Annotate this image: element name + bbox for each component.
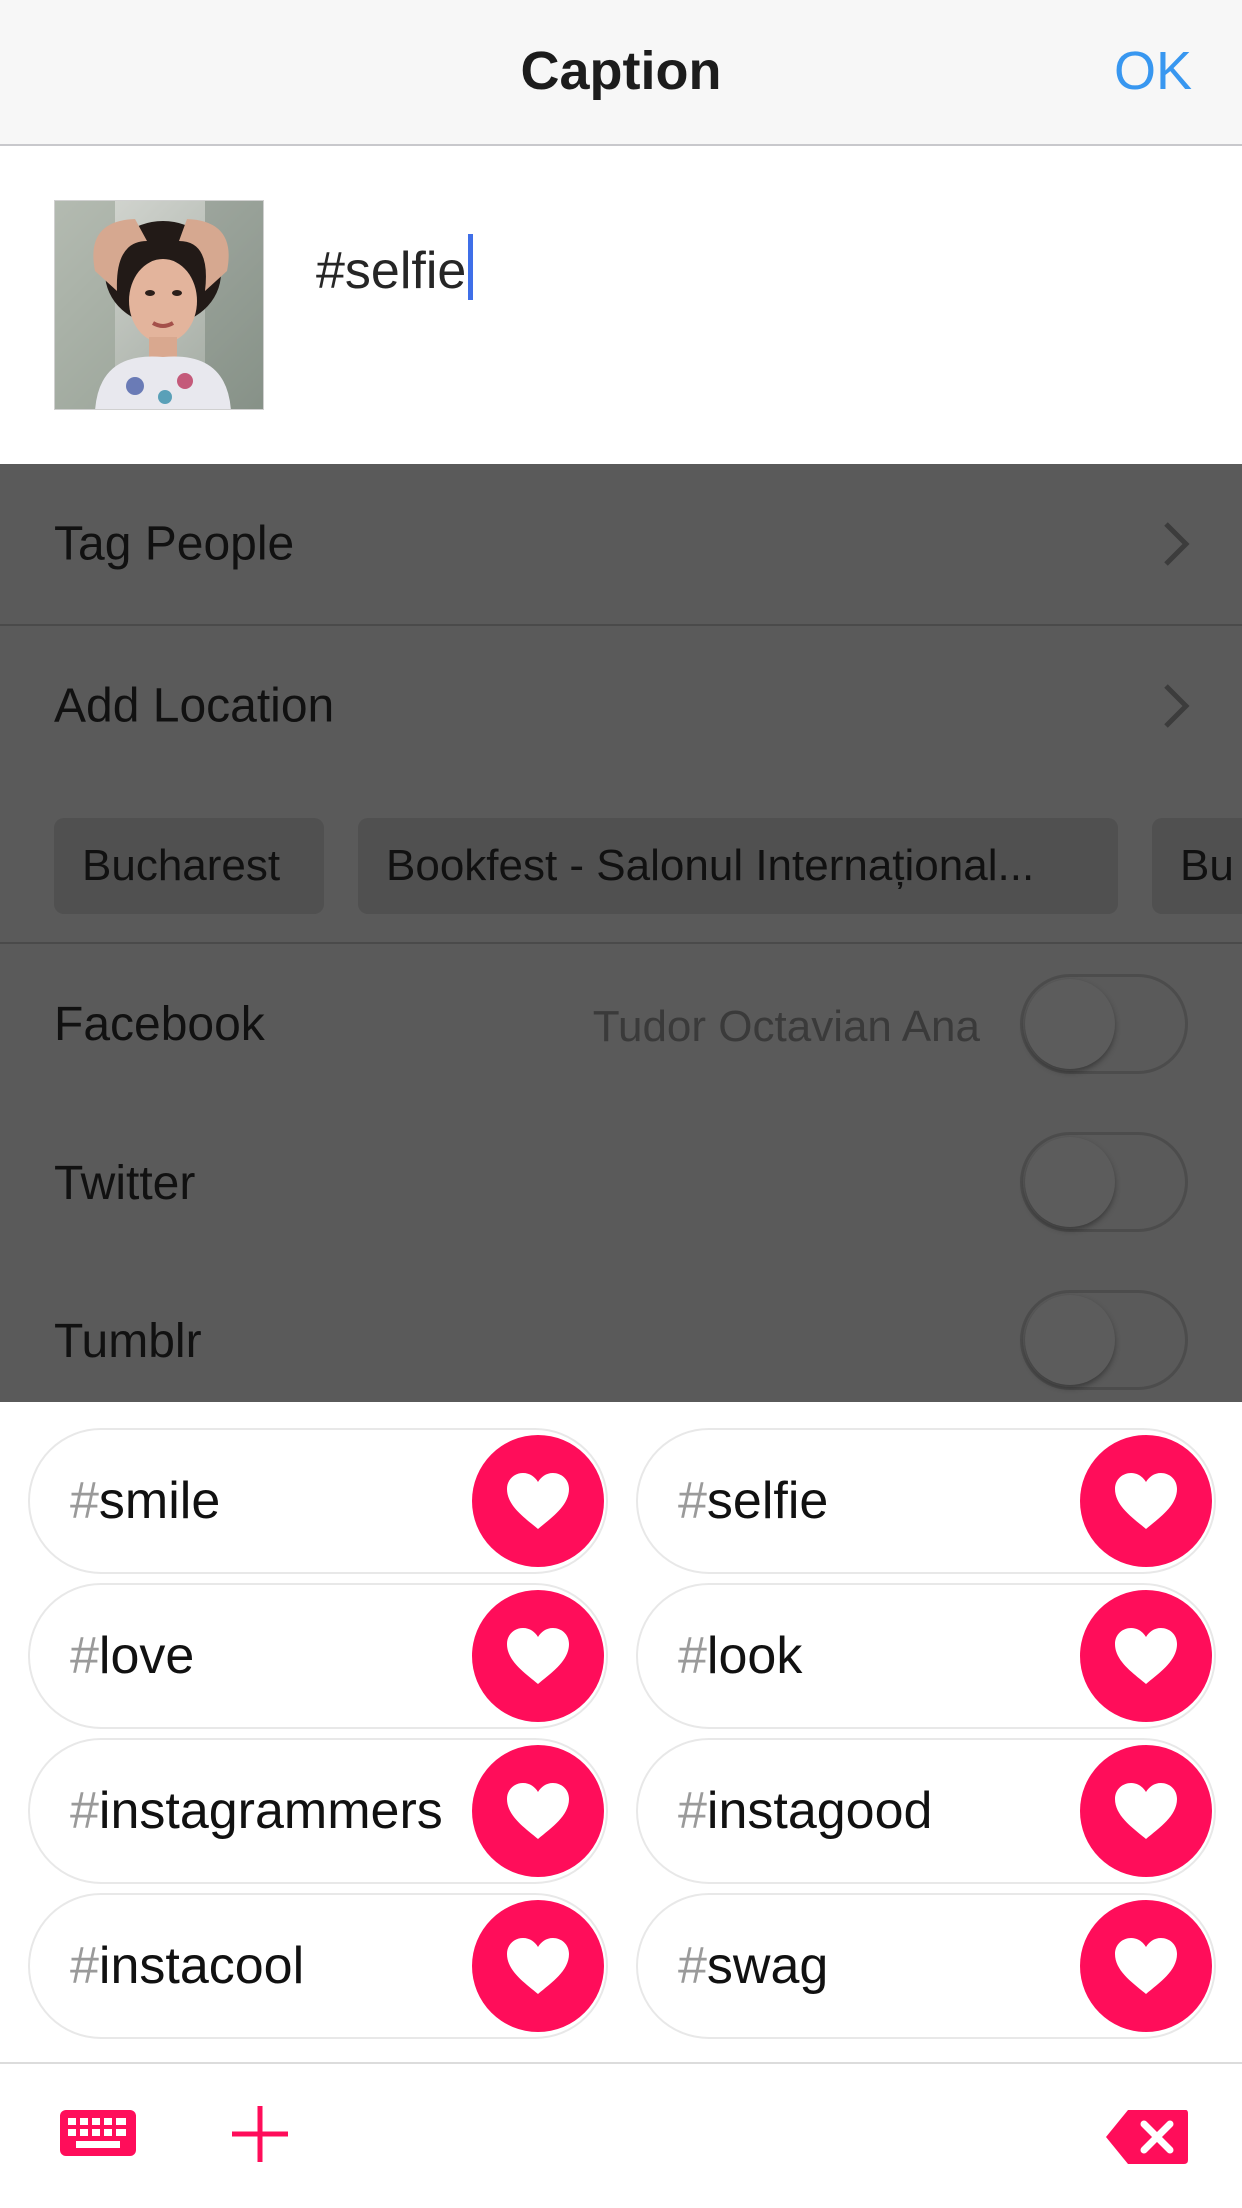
hashtag-label: #instagood	[678, 1782, 933, 1840]
page-title: Caption	[520, 41, 722, 101]
heart-icon	[1115, 1628, 1177, 1684]
hashtag-panel: #smile #selfie #love #look #instagrammer…	[0, 1402, 1242, 2062]
hashtag-label: #smile	[70, 1472, 221, 1530]
chevron-right-icon	[1164, 684, 1190, 728]
toggle-knob	[1025, 979, 1115, 1069]
toggle-knob	[1025, 1137, 1115, 1227]
hashtag-pill[interactable]: #instagood	[636, 1738, 1216, 1884]
heart-icon	[1115, 1938, 1177, 1994]
hashtag-label: #instagrammers	[70, 1782, 443, 1840]
divider	[0, 942, 1242, 944]
nav-bar: Caption OK	[0, 0, 1242, 146]
keyboard-icon[interactable]	[58, 2108, 138, 2158]
chevron-right-icon	[1164, 522, 1190, 566]
location-chip[interactable]: Bucharest	[54, 818, 324, 914]
facebook-account: Tudor Octavian Ana	[592, 1002, 980, 1051]
backspace-icon[interactable]	[1104, 2108, 1190, 2166]
heart-button[interactable]	[1080, 1745, 1212, 1877]
hashtag-pill[interactable]: #instacool	[28, 1893, 608, 2039]
add-location-label: Add Location	[54, 679, 335, 733]
add-location-row[interactable]: Add Location	[0, 626, 1242, 786]
heart-button[interactable]	[472, 1435, 604, 1567]
tag-people-label: Tag People	[54, 517, 295, 571]
ok-button[interactable]: OK	[1114, 40, 1192, 102]
hashtag-label: #instacool	[70, 1937, 305, 1995]
heart-button[interactable]	[1080, 1900, 1212, 2032]
tumblr-toggle[interactable]	[1020, 1290, 1188, 1390]
heart-icon	[1115, 1473, 1177, 1529]
heart-button[interactable]	[1080, 1435, 1212, 1567]
heart-button[interactable]	[1080, 1590, 1212, 1722]
hashtag-label: #swag	[678, 1937, 829, 1995]
twitter-toggle[interactable]	[1020, 1132, 1188, 1232]
heart-icon	[1115, 1783, 1177, 1839]
twitter-label: Twitter	[54, 1157, 196, 1210]
hashtag-pill[interactable]: #swag	[636, 1893, 1216, 2039]
caption-text: #selfie	[316, 242, 467, 300]
heart-icon	[507, 1938, 569, 1994]
location-chip[interactable]: Bookfest - Salonul Internațional...	[358, 818, 1118, 914]
hashtag-pill[interactable]: #love	[28, 1583, 608, 1729]
photo-thumbnail	[54, 200, 264, 410]
tumblr-label: Tumblr	[54, 1315, 202, 1368]
bottom-toolbar	[0, 2062, 1242, 2208]
facebook-label: Facebook	[54, 998, 265, 1051]
text-cursor	[468, 234, 474, 300]
caption-input[interactable]: #selfie	[316, 234, 474, 301]
heart-icon	[507, 1783, 569, 1839]
heart-button[interactable]	[472, 1745, 604, 1877]
plus-icon[interactable]	[230, 2104, 290, 2164]
facebook-toggle[interactable]	[1020, 974, 1188, 1074]
toggle-knob	[1025, 1295, 1115, 1385]
hashtag-pill[interactable]: #instagrammers	[28, 1738, 608, 1884]
location-chip[interactable]: Bu	[1152, 818, 1242, 914]
hashtag-pill[interactable]: #smile	[28, 1428, 608, 1574]
options-overlay: Tag People Add Location Bucharest Bookfe…	[0, 464, 1242, 1402]
hashtag-label: #love	[70, 1627, 195, 1685]
heart-button[interactable]	[472, 1900, 604, 2032]
heart-icon	[507, 1473, 569, 1529]
heart-icon	[507, 1628, 569, 1684]
heart-button[interactable]	[472, 1590, 604, 1722]
hashtag-label: #look	[678, 1627, 803, 1685]
compose-area: #selfie	[0, 148, 1242, 464]
hashtag-label: #selfie	[678, 1472, 829, 1530]
tag-people-row[interactable]: Tag People	[0, 464, 1242, 624]
hashtag-pill[interactable]: #selfie	[636, 1428, 1216, 1574]
hashtag-pill[interactable]: #look	[636, 1583, 1216, 1729]
